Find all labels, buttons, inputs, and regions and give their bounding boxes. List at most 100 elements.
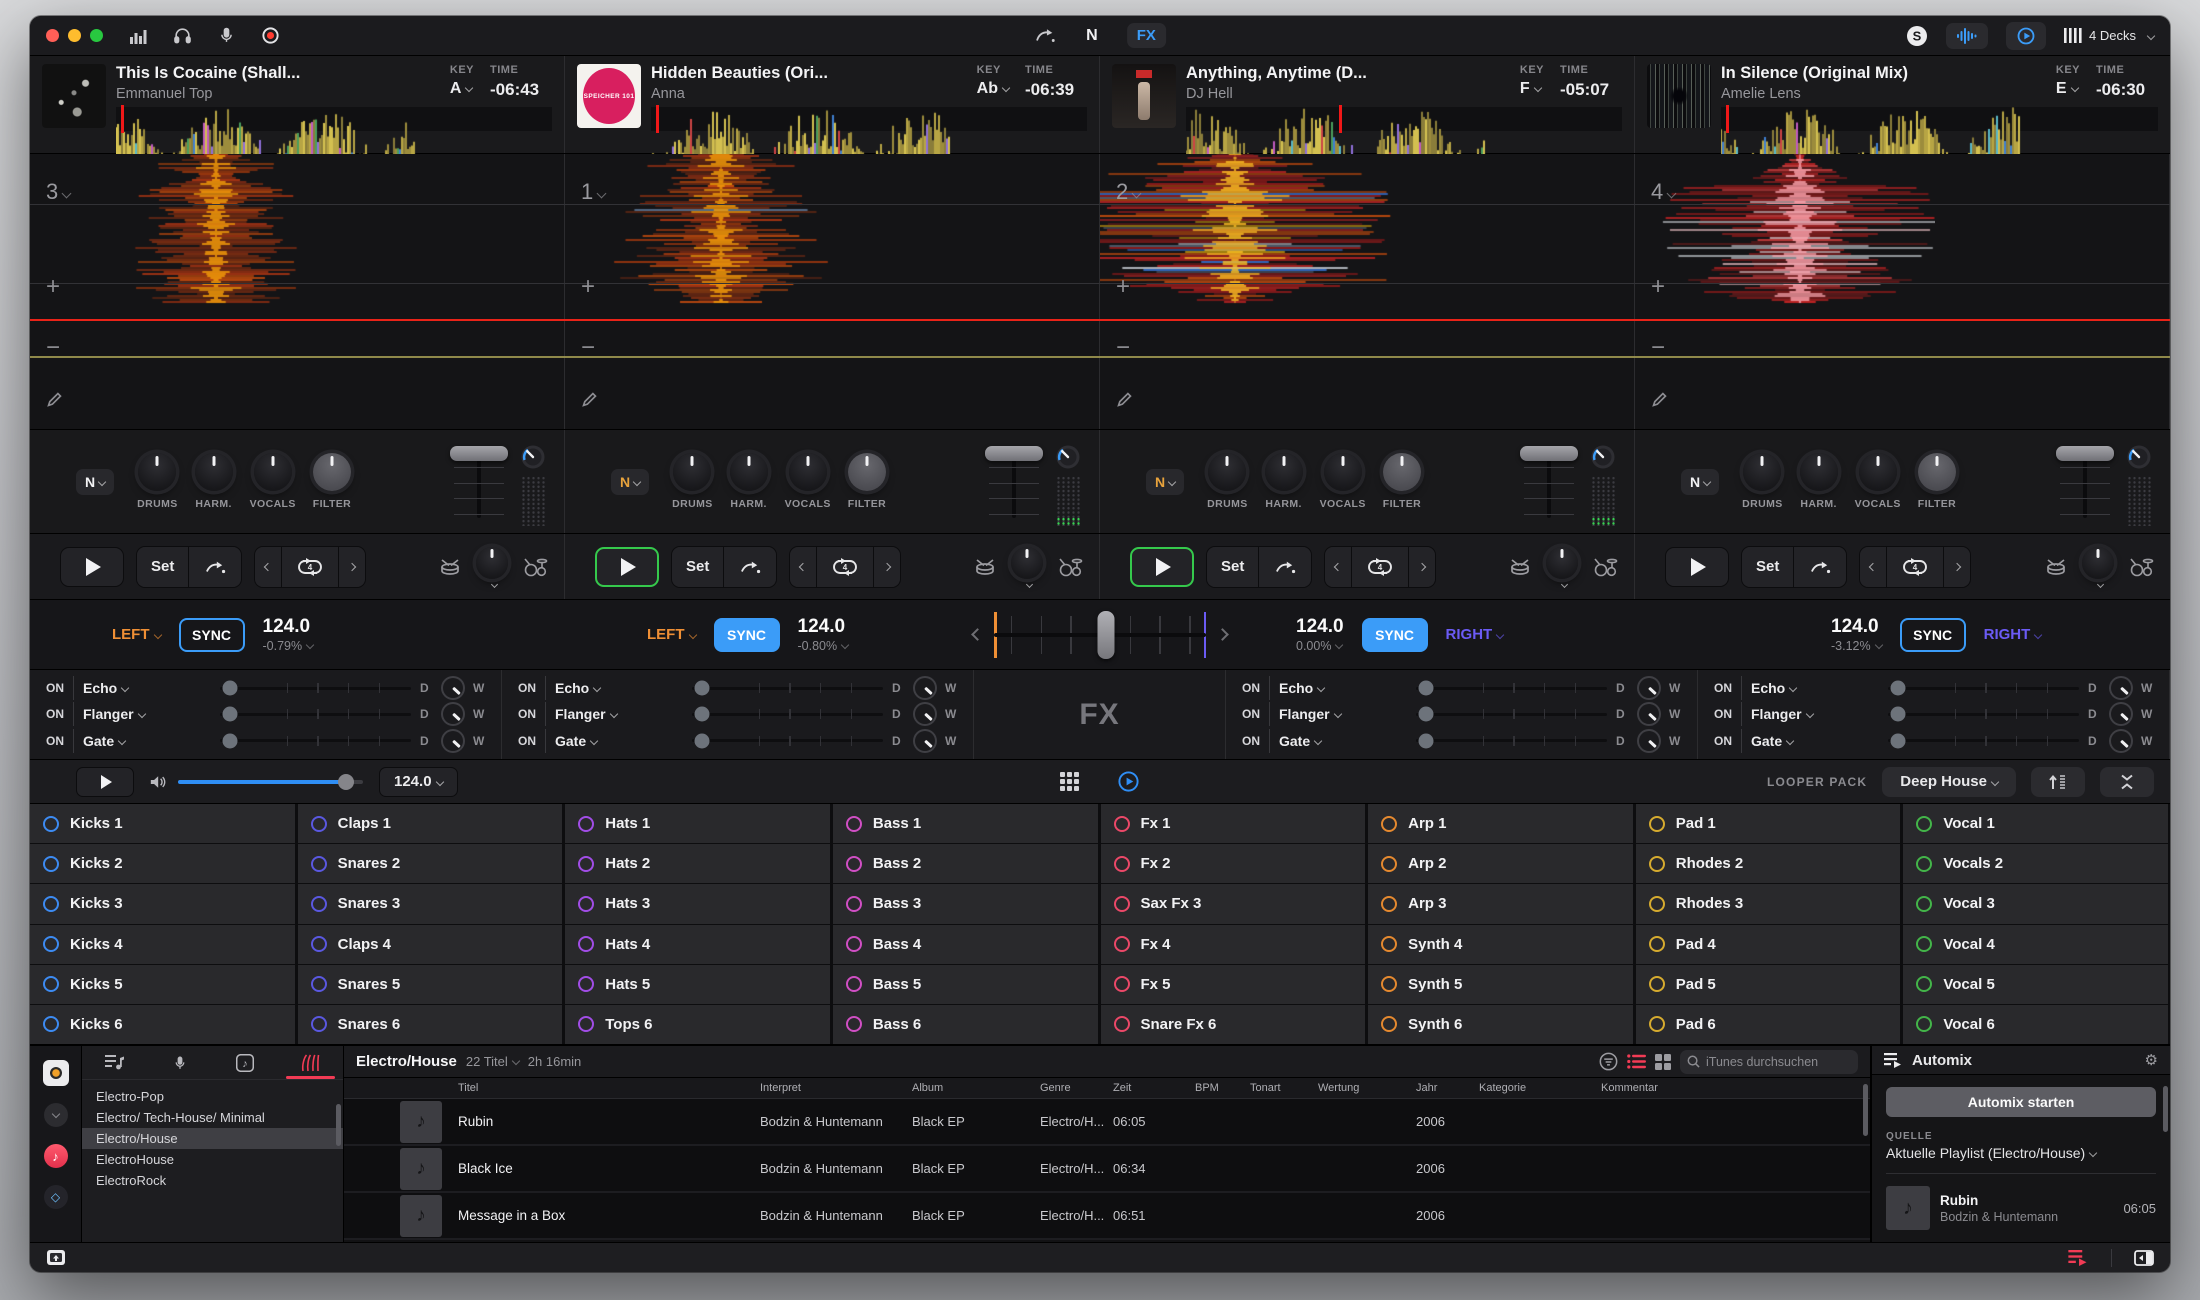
neural-mix-knob-harm[interactable]: HARM.: [195, 453, 233, 510]
gear-icon[interactable]: ⚙: [2145, 1051, 2158, 1069]
volume-fader[interactable]: [1518, 444, 1580, 522]
track-overview-waveform[interactable]: [1186, 107, 1622, 131]
strings-tab-icon[interactable]: [278, 1046, 343, 1079]
looper-cell[interactable]: Fx 5: [1101, 965, 1368, 1004]
deck-waveform[interactable]: 2 + −: [1100, 154, 1635, 429]
looper-cell[interactable]: Kicks 1: [30, 804, 297, 843]
playlist-item[interactable]: Electro/House: [82, 1128, 343, 1149]
track-overview-waveform[interactable]: [116, 107, 552, 131]
fx-on-button[interactable]: ON: [38, 729, 74, 753]
edit-beatgrid-icon[interactable]: [1116, 391, 1133, 408]
zoom-out-icon[interactable]: −: [46, 336, 60, 360]
looper-cell[interactable]: Sax Fx 3: [1101, 884, 1368, 923]
zoom-in-icon[interactable]: +: [1651, 275, 1665, 299]
looper-cell[interactable]: Bass 5: [833, 965, 1100, 1004]
dry-wet-knob[interactable]: [915, 704, 935, 724]
neural-mix-button[interactable]: N: [1681, 469, 1719, 495]
track-row[interactable]: ♪ Message in a BoxBodzin & HuntemannBlac…: [344, 1193, 1870, 1240]
loop-double-button[interactable]: [1409, 547, 1435, 587]
automix-source-selector[interactable]: Aktuelle Playlist (Electro/House): [1886, 1145, 2156, 1161]
looper-cell[interactable]: Snares 2: [298, 844, 565, 883]
fx-on-button[interactable]: ON: [510, 676, 546, 700]
looper-cell[interactable]: Hats 1: [565, 804, 832, 843]
looper-cell[interactable]: Bass 3: [833, 884, 1100, 923]
zoom-out-icon[interactable]: −: [581, 336, 595, 360]
track-row[interactable]: ♪ Black IceBodzin & HuntemannBlack EPEle…: [344, 1146, 1870, 1193]
fx-on-button[interactable]: ON: [1706, 729, 1742, 753]
loop-double-button[interactable]: [1944, 547, 1970, 587]
fx-selector[interactable]: Flanger: [1279, 706, 1407, 722]
neural-mix-crossfade-knob[interactable]: [476, 547, 508, 587]
time-display[interactable]: TIME-05:07: [1560, 64, 1622, 102]
fx-amount-slider[interactable]: [692, 679, 883, 697]
bpm-display[interactable]: 124.0-0.80%: [798, 616, 849, 653]
volume-fader[interactable]: [2054, 444, 2116, 522]
fx-amount-slider[interactable]: [1416, 732, 1607, 750]
column-header[interactable]: Album: [912, 1082, 1040, 1094]
microphone-tab-icon[interactable]: [147, 1046, 212, 1079]
zoom-in-icon[interactable]: +: [1116, 275, 1130, 299]
deck-waveform[interactable]: 3 + −: [30, 154, 565, 429]
neural-mix-knob-filter[interactable]: FILTER: [848, 453, 886, 510]
bpm-display[interactable]: 124.00.00%: [1296, 616, 1344, 653]
track-overview-waveform[interactable]: [651, 107, 1087, 131]
neural-mix-crossfade-knob[interactable]: [1011, 547, 1043, 587]
fx-on-button[interactable]: ON: [1234, 676, 1270, 700]
looper-cell[interactable]: Rhodes 2: [1636, 844, 1903, 883]
looper-cell[interactable]: Arp 3: [1368, 884, 1635, 923]
gain-knob[interactable]: [1055, 444, 1081, 470]
looper-cell[interactable]: Snare Fx 6: [1101, 1005, 1368, 1044]
looper-bpm-button[interactable]: 124.0: [379, 767, 458, 797]
neural-mix-knob-vocals[interactable]: VOCALS: [250, 453, 296, 510]
looper-cell[interactable]: Bass 6: [833, 1005, 1100, 1044]
looper-levels-button[interactable]: [2031, 767, 2085, 797]
fx-amount-slider[interactable]: [220, 679, 411, 697]
fx-on-button[interactable]: ON: [38, 702, 74, 726]
automix-icon[interactable]: [2006, 22, 2046, 50]
fx-selector[interactable]: Gate: [555, 733, 683, 749]
neural-mix-knob-harm[interactable]: HARM.: [1800, 453, 1838, 510]
dry-wet-knob[interactable]: [1639, 704, 1659, 724]
cue-set-button[interactable]: Set: [1207, 547, 1259, 587]
looper-cell[interactable]: Pad 5: [1636, 965, 1903, 1004]
music-app-tab-icon[interactable]: ♪: [213, 1046, 278, 1079]
gain-knob[interactable]: [520, 444, 546, 470]
volume-fader[interactable]: [983, 444, 1045, 522]
fx-amount-slider[interactable]: [692, 732, 883, 750]
key-display[interactable]: KEYA: [450, 64, 474, 102]
dry-wet-knob[interactable]: [1639, 731, 1659, 751]
neural-mix-knob-drums[interactable]: DRUMS: [137, 453, 178, 510]
deck-number[interactable]: 4: [1651, 179, 1675, 205]
deck-layout-selector[interactable]: 4 Decks: [2064, 28, 2154, 43]
zoom-button[interactable]: [90, 29, 103, 42]
looper-play-button[interactable]: [76, 767, 134, 797]
dry-wet-knob[interactable]: [915, 731, 935, 751]
gain-knob[interactable]: [2126, 444, 2152, 470]
loop-halve-button[interactable]: [255, 547, 282, 587]
cue-jump-button[interactable]: [724, 547, 776, 587]
dry-wet-knob[interactable]: [443, 704, 463, 724]
looper-cell[interactable]: Vocal 6: [1903, 1005, 2170, 1044]
dry-wet-knob[interactable]: [2111, 731, 2131, 751]
looper-pack-selector[interactable]: Deep House: [1882, 767, 2016, 797]
streaming-icon[interactable]: ◇: [44, 1185, 68, 1209]
cue-set-button[interactable]: Set: [137, 547, 189, 587]
fx-selector[interactable]: Flanger: [83, 706, 211, 722]
headphones-icon[interactable]: [173, 26, 192, 45]
cue-set-button[interactable]: Set: [1742, 547, 1794, 587]
neural-mix-knob-drums[interactable]: DRUMS: [672, 453, 713, 510]
loop-button[interactable]: 4: [282, 547, 339, 587]
looper-cell[interactable]: Snares 6: [298, 1005, 565, 1044]
neural-mix-knob-vocals[interactable]: VOCALS: [1855, 453, 1901, 510]
column-header[interactable]: Interpret: [760, 1082, 912, 1094]
looper-cell[interactable]: Synth 4: [1368, 925, 1635, 964]
fx-on-button[interactable]: ON: [1234, 729, 1270, 753]
filter-icon[interactable]: [1599, 1052, 1618, 1071]
crossfader-handle[interactable]: [1098, 611, 1115, 659]
fx-on-button[interactable]: ON: [1706, 676, 1742, 700]
levels-icon[interactable]: [129, 27, 147, 45]
deck-output-selector[interactable]: RIGHT: [1446, 626, 1504, 643]
looper-grid-view-icon[interactable]: [1060, 772, 1079, 791]
record-icon[interactable]: [261, 26, 280, 45]
looper-cell[interactable]: Bass 2: [833, 844, 1100, 883]
